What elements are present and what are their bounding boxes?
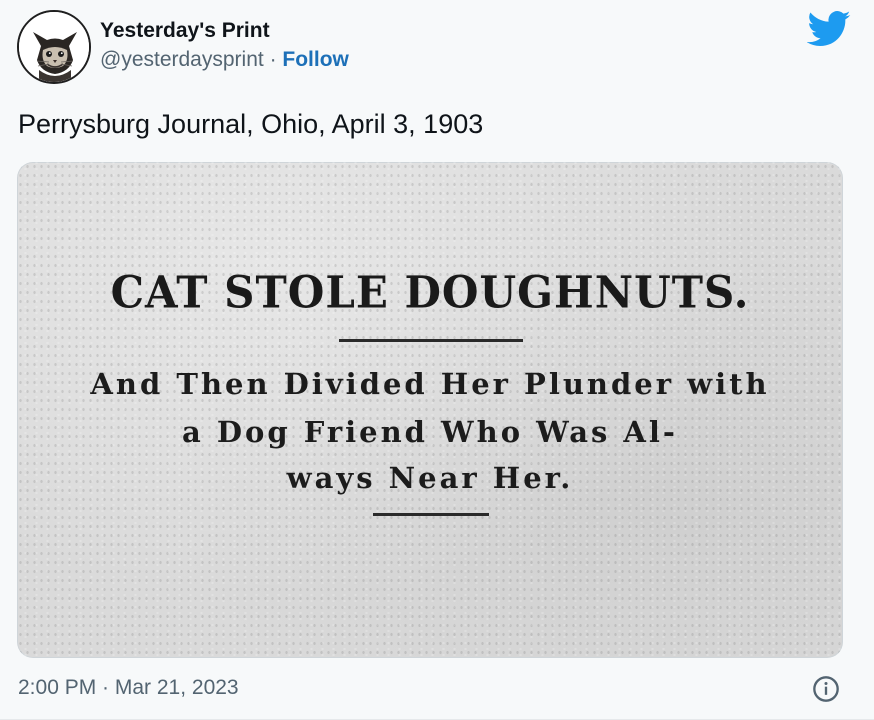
tweet-media-image[interactable]: CAT STOLE DOUGHNUTS. And Then Divided He… bbox=[17, 162, 843, 658]
tweet-text: Perrysburg Journal, Ohio, April 3, 1903 bbox=[18, 109, 484, 139]
author-display-name[interactable]: Yesterday's Print bbox=[100, 18, 349, 44]
newspaper-subhead-line: a Dog Friend Who Was Al- bbox=[182, 415, 678, 449]
author-handle[interactable]: @yesterdaysprint bbox=[100, 48, 264, 71]
avatar[interactable] bbox=[17, 10, 91, 84]
newspaper-subhead-line: ways Near Her. bbox=[286, 461, 574, 495]
follow-link[interactable]: Follow bbox=[282, 48, 349, 71]
newspaper-headline: CAT STOLE DOUGHNUTS. bbox=[110, 266, 750, 319]
author-handle-row: @yesterdaysprint · Follow bbox=[100, 47, 349, 73]
newspaper-subhead-line: And Then Divided Her Plunder with bbox=[90, 367, 770, 401]
cat-avatar-image bbox=[19, 12, 89, 82]
tweet-header: Yesterday's Print @yesterdaysprint · Fol… bbox=[17, 10, 857, 86]
tweet-card: Yesterday's Print @yesterdaysprint · Fol… bbox=[0, 0, 874, 720]
subhead-rule bbox=[373, 513, 489, 516]
tweet-timestamp[interactable]: 2:00 PM · Mar 21, 2023 bbox=[18, 674, 239, 702]
author-names: Yesterday's Print @yesterdaysprint · Fol… bbox=[100, 18, 349, 73]
info-icon[interactable] bbox=[812, 675, 840, 703]
headline-rule bbox=[339, 339, 523, 342]
twitter-bird-icon[interactable] bbox=[807, 10, 851, 48]
handle-separator: · bbox=[269, 48, 277, 71]
